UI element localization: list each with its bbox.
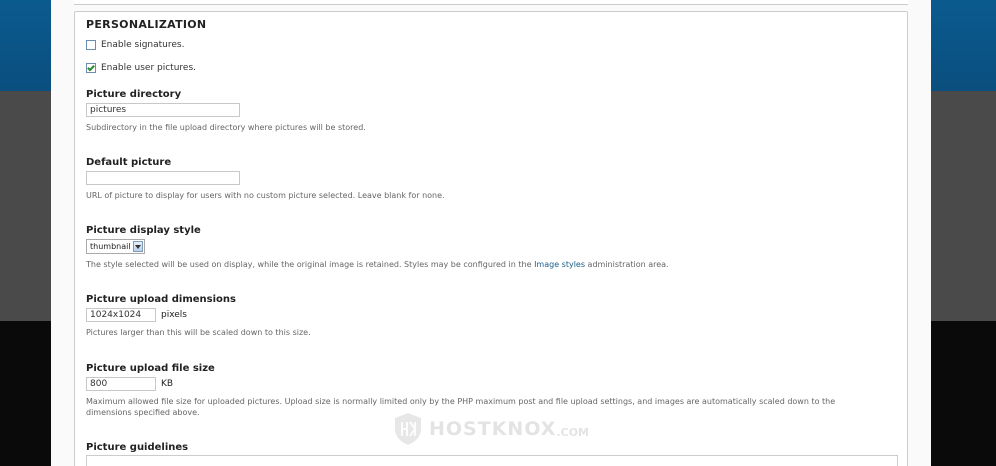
previous-fieldset-edge bbox=[74, 0, 908, 5]
settings-page: PERSONALIZATION Enable signatures. Enabl… bbox=[51, 0, 931, 466]
enable-user-pictures-checkbox[interactable] bbox=[86, 63, 96, 73]
picture-guidelines-textarea[interactable] bbox=[86, 455, 898, 466]
picture-directory-label: Picture directory bbox=[86, 89, 182, 100]
upload-dimensions-description: Pictures larger than this will be scaled… bbox=[86, 328, 311, 337]
display-style-description-text: The style selected will be used on displ… bbox=[86, 260, 535, 269]
display-style-label: Picture display style bbox=[86, 225, 201, 236]
upload-dimensions-input[interactable] bbox=[86, 308, 156, 322]
watermark-domain: .COM bbox=[556, 425, 590, 439]
chevron-down-icon[interactable] bbox=[133, 241, 143, 252]
display-style-selected: thumbnail bbox=[90, 242, 131, 251]
default-picture-description: URL of picture to display for users with… bbox=[86, 191, 445, 200]
picture-guidelines-label: Picture guidelines bbox=[86, 442, 189, 453]
enable-signatures-row[interactable]: Enable signatures. bbox=[86, 40, 184, 50]
upload-dimensions-unit: pixels bbox=[161, 310, 187, 320]
default-picture-label: Default picture bbox=[86, 157, 172, 168]
enable-signatures-checkbox[interactable] bbox=[86, 40, 96, 50]
enable-user-pictures-row[interactable]: Enable user pictures. bbox=[86, 63, 196, 73]
default-picture-input[interactable] bbox=[86, 171, 240, 185]
section-title: PERSONALIZATION bbox=[86, 18, 207, 31]
enable-signatures-label: Enable signatures. bbox=[101, 40, 185, 50]
display-style-description: The style selected will be used on displ… bbox=[86, 259, 876, 270]
shield-logo-icon bbox=[395, 413, 421, 445]
upload-file-size-unit: KB bbox=[161, 379, 174, 389]
display-style-select[interactable]: thumbnail bbox=[86, 239, 145, 254]
image-styles-link[interactable]: Image styles bbox=[534, 260, 585, 269]
display-style-description-end: administration area. bbox=[585, 260, 669, 269]
personalization-fieldset: PERSONALIZATION Enable signatures. Enabl… bbox=[74, 11, 908, 466]
enable-user-pictures-label: Enable user pictures. bbox=[101, 63, 196, 73]
upload-file-size-label: Picture upload file size bbox=[86, 363, 215, 374]
picture-directory-description: Subdirectory in the file upload director… bbox=[86, 123, 366, 132]
upload-file-size-input[interactable] bbox=[86, 377, 156, 391]
upload-dimensions-label: Picture upload dimensions bbox=[86, 294, 236, 305]
watermark-brand: HOSTKNOX bbox=[429, 418, 557, 440]
hostknox-watermark: HOSTKNOX .COM bbox=[393, 412, 589, 446]
picture-directory-input[interactable] bbox=[86, 103, 240, 117]
